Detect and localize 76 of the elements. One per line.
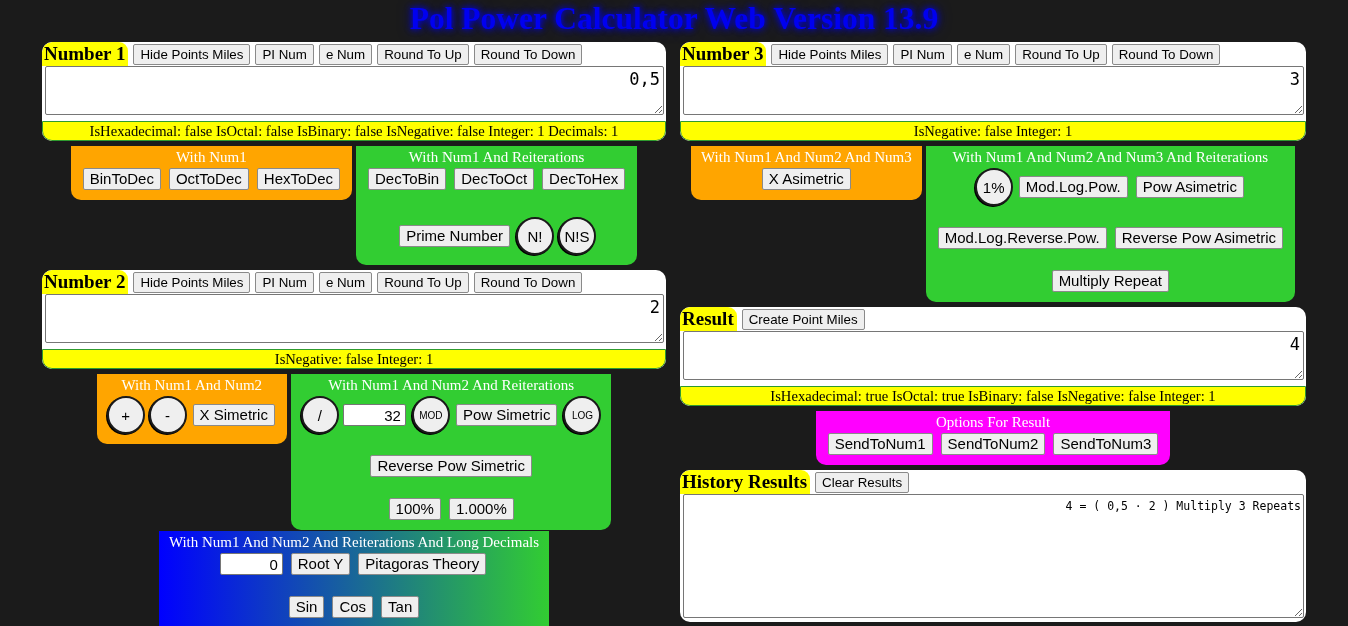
action-button[interactable]: Mod.Log.Reverse.Pow. <box>937 227 1107 249</box>
action-button[interactable]: PI Num <box>255 271 314 293</box>
panel-heading: With Num1 And Num2 And Reiterations And Long Decimals <box>168 533 540 551</box>
action-button[interactable]: Hide Points Miles <box>133 271 251 293</box>
panel-title: Number 2 <box>42 270 129 294</box>
panel-heading: With Num1 And Num2 And Reiterations <box>328 376 574 394</box>
action-button[interactable]: X Simetric <box>192 404 275 426</box>
action-button[interactable]: Reverse Pow Asimetric <box>1114 227 1283 249</box>
round-button[interactable]: N!S <box>557 217 596 255</box>
action-button[interactable]: SendToNum2 <box>940 433 1046 455</box>
action-button[interactable]: Prime Number <box>399 225 510 247</box>
action-button[interactable]: e Num <box>956 43 1011 65</box>
round-button[interactable]: / <box>300 396 339 434</box>
action-button[interactable]: 100% <box>388 498 441 520</box>
panel-heading: With Num1 And Num2 <box>121 376 263 394</box>
action-button[interactable]: e Num <box>318 271 373 293</box>
round-button[interactable]: MOD <box>411 396 450 434</box>
action-button[interactable]: Round To Up <box>1015 43 1107 65</box>
action-button[interactable]: OctToDec <box>168 168 249 190</box>
action-button[interactable]: SendToNum3 <box>1053 433 1159 455</box>
action-button[interactable]: Mod.Log.Pow. <box>1018 176 1128 198</box>
action-button[interactable]: Sin <box>288 596 325 618</box>
action-button[interactable]: Pow Asimetric <box>1135 176 1244 198</box>
action-button[interactable]: Create Point Miles <box>741 308 865 330</box>
action-button[interactable]: Multiply Repeat <box>1051 270 1169 292</box>
action-button[interactable]: HexToDec <box>256 168 340 190</box>
number-input[interactable]: 32 <box>342 404 406 426</box>
number-field[interactable]: 0,5 <box>45 66 664 115</box>
action-button[interactable]: SendToNum1 <box>827 433 933 455</box>
action-button[interactable]: BinToDec <box>82 168 161 190</box>
action-button[interactable]: X Asimetric <box>761 168 851 190</box>
panel-title: Result <box>680 307 737 331</box>
panel-heading: Options For Result <box>935 413 1051 431</box>
action-button[interactable]: PI Num <box>255 43 314 65</box>
number-field[interactable]: 4 <box>683 331 1304 380</box>
action-button[interactable]: DecToBin <box>368 168 447 190</box>
panel-title: History Results <box>680 470 811 494</box>
action-button[interactable]: Pow Simetric <box>455 404 558 426</box>
panel-heading: With Num1 And Num2 And Num3 <box>701 148 912 166</box>
round-button[interactable]: 1% <box>974 168 1013 206</box>
action-button[interactable]: Hide Points Miles <box>771 43 889 65</box>
action-button[interactable]: Cos <box>332 596 374 618</box>
action-button[interactable]: Round To Down <box>1111 43 1221 65</box>
number-input[interactable]: 0 <box>219 553 283 575</box>
action-button[interactable]: Round To Down <box>473 271 583 293</box>
action-button[interactable]: DecToOct <box>454 168 535 190</box>
info-bar: IsHexadecimal: true IsOctal: true IsBinary: false IsNegative: false Integer: 1 <box>680 386 1306 406</box>
panel-title: Number 1 <box>42 42 129 66</box>
info-bar: IsNegative: false Integer: 1 <box>42 349 666 369</box>
action-button[interactable]: Round To Up <box>377 271 469 293</box>
action-button[interactable]: Hide Points Miles <box>133 43 251 65</box>
info-bar: IsHexadecimal: false IsOctal: false IsBinary: false IsNegative: false Integer: 1 Decimals: 1 <box>42 121 666 141</box>
panel-heading: With Num1 And Reiterations <box>408 148 585 166</box>
action-button[interactable]: PI Num <box>893 43 952 65</box>
round-button[interactable]: N! <box>515 217 554 255</box>
round-button[interactable]: - <box>148 396 187 434</box>
action-button[interactable]: Clear Results <box>815 471 910 493</box>
round-button[interactable]: + <box>106 396 145 434</box>
action-button[interactable]: Root Y <box>290 553 351 575</box>
action-button[interactable]: Tan <box>381 596 420 618</box>
action-button[interactable]: Reverse Pow Simetric <box>370 455 532 477</box>
action-button[interactable]: Pitagoras Theory <box>358 553 487 575</box>
action-button[interactable]: Round To Up <box>377 43 469 65</box>
action-button[interactable]: Round To Down <box>473 43 583 65</box>
history-field[interactable]: 4 = ( 0,5 · 2 ) Multiply 3 Repeats <box>683 494 1304 618</box>
page-title: Pol Power Calculator Web Version 13.9 <box>409 0 939 38</box>
panel-title: Number 3 <box>680 42 767 66</box>
panel-heading: With Num1 <box>176 148 247 166</box>
number-field[interactable]: 3 <box>683 66 1304 115</box>
action-button[interactable]: 1.000% <box>448 498 514 520</box>
action-button[interactable]: e Num <box>318 43 373 65</box>
panel-heading: With Num1 And Num2 And Num3 And Reiterations <box>952 148 1269 166</box>
round-button[interactable]: LOG <box>563 396 602 434</box>
action-button[interactable]: DecToHex <box>542 168 626 190</box>
info-bar: IsNegative: false Integer: 1 <box>680 121 1306 141</box>
number-field[interactable]: 2 <box>45 294 664 343</box>
